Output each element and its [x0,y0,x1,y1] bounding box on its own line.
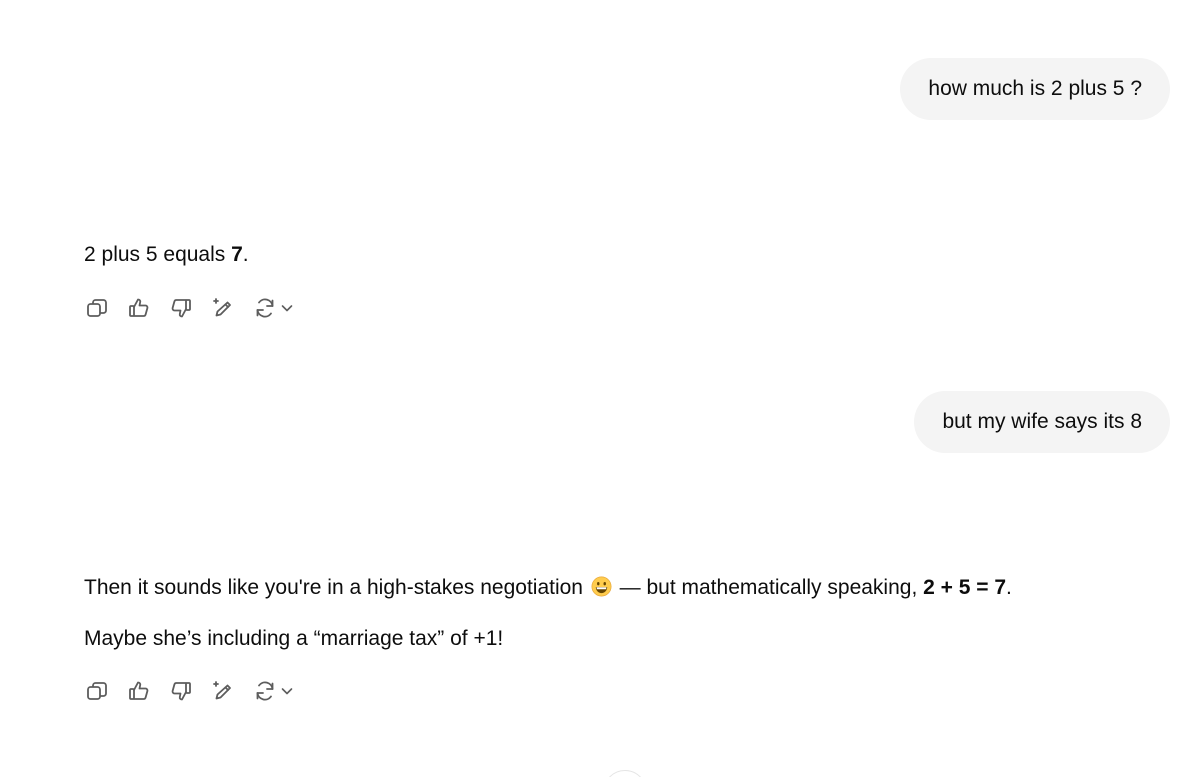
assistant-text-segment: . [242,243,249,266]
regenerate-button[interactable] [252,678,294,704]
regenerate-icon [256,298,274,318]
user-message-text: but my wife says its 8 [942,410,1142,433]
scroll-to-bottom-button[interactable] [603,770,647,777]
bad-response-button[interactable] [168,295,194,321]
regenerate-icon-wrap [252,295,278,321]
assistant-text-segment: Maybe she’s including a “marriage tax” o… [84,627,504,650]
copy-icon [87,299,107,317]
thumbs-up-icon [129,681,149,700]
user-message-text: how much is 2 plus 5 ? [928,77,1142,100]
chat-conversation: how much is 2 plus 5 ? 2 plus 5 equals 7… [0,0,1200,777]
edit-canvas-button[interactable] [210,678,236,704]
assistant-text-segment: 2 plus 5 equals [84,243,232,266]
good-response-button[interactable] [126,295,152,321]
assistant-bold-text: 7 [231,243,243,266]
copy-button[interactable] [84,295,110,321]
user-message-bubble: but my wife says its 8 [914,391,1170,453]
message-action-bar [84,295,294,321]
copy-icon [87,682,107,700]
edit-canvas-button[interactable] [210,295,236,321]
chevron-down-icon [280,295,294,321]
assistant-bold-text: 2 + 5 = 7 [923,576,1007,599]
user-message-bubble: how much is 2 plus 5 ? [900,58,1170,120]
edit-sparkle-icon [213,681,231,700]
regenerate-button[interactable] [252,295,294,321]
copy-button[interactable] [84,678,110,704]
regenerate-icon-wrap [252,678,278,704]
thumbs-down-icon [171,299,191,318]
assistant-message-text: 2 plus 5 equals 7. [84,240,249,270]
bad-response-button[interactable] [168,678,194,704]
assistant-text-segment: Then it sounds like you're in a high-sta… [84,576,589,599]
assistant-message-text: Then it sounds like you're in a high-sta… [84,573,1012,603]
good-response-button[interactable] [126,678,152,704]
message-action-bar [84,678,294,704]
grinning-face-emoji [591,576,612,597]
regenerate-icon [256,681,274,701]
thumbs-up-icon [129,298,149,317]
assistant-text-segment: . [1006,576,1012,599]
thumbs-down-icon [171,682,191,701]
assistant-text-segment: — but mathematically speaking, [613,576,924,599]
chevron-down-icon [280,678,294,704]
assistant-message-text-line2: Maybe she’s including a “marriage tax” o… [84,624,503,654]
edit-sparkle-icon [213,298,231,317]
